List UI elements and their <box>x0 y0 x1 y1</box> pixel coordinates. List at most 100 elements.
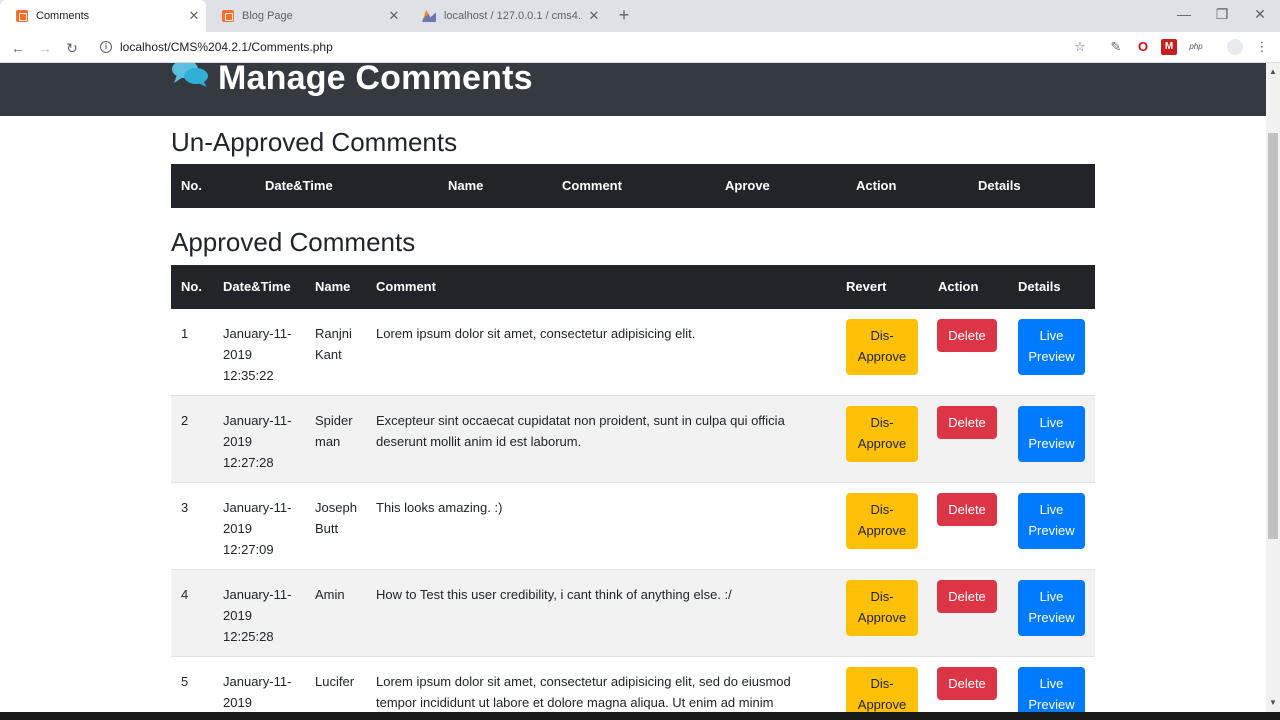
row-comment: Lorem ipsum dolor sit amet, consectetur … <box>376 674 791 710</box>
column-header: Comment <box>376 279 436 294</box>
scrollbar-thumb[interactable] <box>1268 133 1278 539</box>
table-body: 1 January-11- 2019 12:35:22 Ranjni Kant Lor… <box>171 309 1095 712</box>
row-comment: How to Test this user credibility, i can… <box>376 587 732 602</box>
table-row: 3 January-11- 2019 12:27:09 Joseph Butt Thi… <box>171 483 1095 570</box>
approved-table: No. Date&Time Name Comment Revert Action… <box>171 265 1095 712</box>
close-tab-icon[interactable]: ✕ <box>182 8 206 24</box>
opera-icon[interactable]: O <box>1135 39 1151 55</box>
row-comment: This looks amazing. :) <box>376 500 503 515</box>
column-header: Comment <box>562 178 622 193</box>
delete-button[interactable]: Delete <box>937 493 997 526</box>
back-icon[interactable]: ← <box>8 38 28 58</box>
forward-icon[interactable]: → <box>35 38 55 58</box>
eyedropper-icon[interactable]: ✎ <box>1108 39 1124 55</box>
scroll-up-icon[interactable]: ▲ <box>1266 65 1280 79</box>
live-preview-button[interactable]: Live Preview <box>1018 580 1085 636</box>
column-header: No. <box>181 178 202 193</box>
unapproved-title: Un-Approved Comments <box>171 127 458 157</box>
row-datetime: January-11- 2019 12:25:28 <box>223 587 292 644</box>
new-tab-icon[interactable]: + <box>614 6 634 26</box>
column-header: Date&Time <box>223 279 291 294</box>
reload-icon[interactable]: ↻ <box>62 38 82 58</box>
approved-title: Approved Comments <box>171 227 416 257</box>
minimize-icon[interactable]: — <box>1174 6 1194 22</box>
tab-title: Comments <box>36 10 90 22</box>
close-window-icon[interactable]: ✕ <box>1250 6 1270 23</box>
delete-button[interactable]: Delete <box>937 406 997 439</box>
table-row: 4 January-11- 2019 12:25:28 Amin How to Te… <box>171 570 1095 657</box>
column-header: Revert <box>846 279 887 294</box>
tab-title: Blog Page <box>242 10 293 22</box>
row-datetime: January-11- 2019 12:35:22 <box>223 326 292 383</box>
row-datetime: January-11- 2019 <box>223 674 292 710</box>
disapprove-button[interactable]: Dis- Approve <box>846 493 918 549</box>
delete-button[interactable]: Delete <box>937 319 997 352</box>
restore-icon[interactable]: ❐ <box>1212 6 1232 23</box>
row-comment: Lorem ipsum dolor sit amet, consectetur … <box>376 326 696 341</box>
tab-comments[interactable]: Comments ✕ <box>0 0 206 32</box>
url-text: localhost/CMS%204.2.1/Comments.php <box>120 40 333 54</box>
comments-icon <box>172 63 208 87</box>
close-tab-icon[interactable]: ✕ <box>382 8 406 24</box>
phpmyadmin-favicon-icon <box>422 10 436 22</box>
disapprove-button[interactable]: Dis- Approve <box>846 667 918 712</box>
live-preview-button[interactable]: Live Preview <box>1018 667 1085 712</box>
table-header: No. Date&Time Name Comment Aprove Action… <box>171 164 1095 208</box>
disapprove-button[interactable]: Dis- Approve <box>846 580 918 636</box>
table-row: 1 January-11- 2019 12:35:22 Ranjni Kant Lor… <box>171 309 1095 396</box>
address-bar[interactable]: i localhost/CMS%204.2.1/Comments.php <box>96 36 1096 58</box>
close-tab-icon[interactable]: ✕ <box>582 8 606 24</box>
tab-phpmyadmin[interactable]: localhost / 127.0.0.1 / cms4.2.1 / ✕ <box>406 0 606 32</box>
taskbar-edge <box>0 712 1280 720</box>
delete-button[interactable]: Delete <box>937 667 997 700</box>
unapproved-table: No. Date&Time Name Comment Aprove Action… <box>171 164 1095 208</box>
disapprove-button[interactable]: Dis- Approve <box>846 319 918 375</box>
browser-toolbar: ← → ↻ i localhost/CMS%204.2.1/Comments.p… <box>0 32 1280 63</box>
column-header: Details <box>1018 279 1061 294</box>
tab-title: localhost / 127.0.0.1 / cms4.2.1 / <box>444 10 582 22</box>
tab-blog-page[interactable]: Blog Page ✕ <box>206 0 406 32</box>
info-icon[interactable]: i <box>100 41 112 53</box>
row-name: Spider man <box>315 413 353 449</box>
tab-bar: Comments ✕ Blog Page ✕ localhost / 127.0… <box>0 0 1280 32</box>
table-row: 2 January-11- 2019 12:27:28 Spider man Exce… <box>171 396 1095 483</box>
row-number: 5 <box>181 674 189 689</box>
column-header: Name <box>315 279 351 294</box>
live-preview-button[interactable]: Live Preview <box>1018 319 1085 375</box>
row-datetime: January-11- 2019 12:27:28 <box>223 413 292 470</box>
live-preview-button[interactable]: Live Preview <box>1018 406 1085 462</box>
column-header: Action <box>938 279 979 294</box>
column-header: Details <box>978 178 1021 193</box>
mail-extension-icon[interactable]: M <box>1161 39 1177 55</box>
page-header: Manage Comments <box>0 63 1266 116</box>
bookmark-star-icon[interactable]: ☆ <box>1072 39 1088 55</box>
profile-avatar-icon[interactable] <box>1227 39 1243 55</box>
page-viewport: Manage Comments Un-Approved Comments No.… <box>0 63 1266 712</box>
row-number: 3 <box>181 500 189 515</box>
column-header: No. <box>181 279 202 294</box>
column-header: Name <box>448 178 484 193</box>
delete-button[interactable]: Delete <box>937 580 997 613</box>
xampp-favicon-icon <box>222 10 234 22</box>
menu-kebab-icon[interactable]: ⋮ <box>1254 39 1270 55</box>
scroll-down-icon[interactable]: ▼ <box>1266 696 1280 710</box>
row-number: 1 <box>181 326 189 341</box>
page-title: Manage Comments <box>218 63 533 97</box>
row-number: 2 <box>181 413 189 428</box>
disapprove-button[interactable]: Dis- Approve <box>846 406 918 462</box>
row-name: Joseph Butt <box>315 500 357 536</box>
column-header: Date&Time <box>265 178 333 193</box>
column-header: Action <box>856 178 897 193</box>
row-name: Amin <box>315 587 345 602</box>
row-datetime: January-11- 2019 12:27:09 <box>223 500 292 557</box>
row-name: Ranjni Kant <box>315 326 352 362</box>
php-extension-icon[interactable]: php <box>1186 39 1206 55</box>
live-preview-button[interactable]: Live Preview <box>1018 493 1085 549</box>
vertical-scrollbar[interactable]: ▲ ▼ <box>1266 63 1280 712</box>
row-name: Lucifer <box>315 674 355 689</box>
table-row: 5 January-11- 2019 Lucifer Lorem ipsum do… <box>171 657 1095 712</box>
table-header: No. Date&Time Name Comment Revert Action… <box>171 265 1095 309</box>
row-number: 4 <box>181 587 189 602</box>
column-header: Aprove <box>725 178 770 193</box>
row-comment: Excepteur sint occaecat cupidatat non pr… <box>376 413 785 449</box>
